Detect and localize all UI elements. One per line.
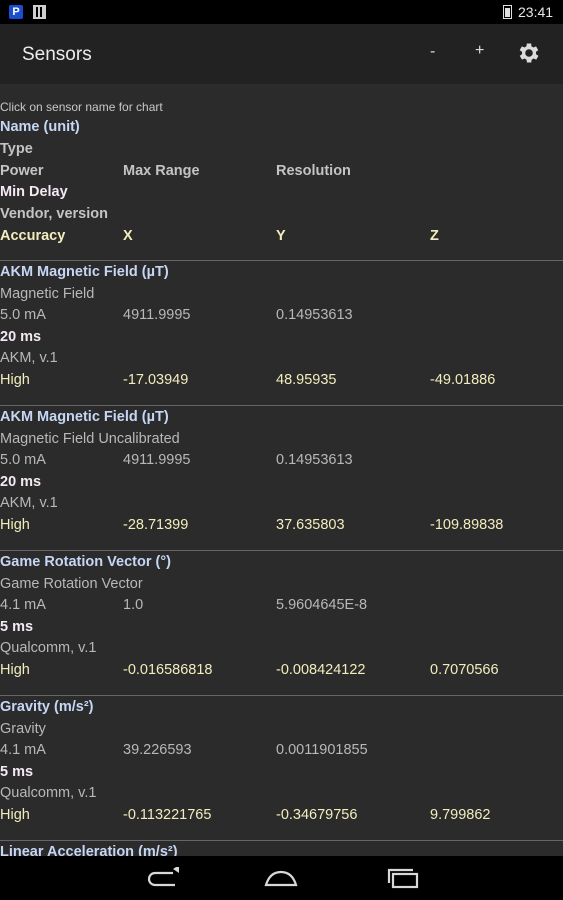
divider <box>0 260 563 261</box>
legend-resolution: Resolution <box>276 163 351 179</box>
sensor-vendor: AKM, v.1 <box>0 495 58 511</box>
gear-icon[interactable] <box>516 40 542 66</box>
sensor-x-value: -0.113221765 <box>123 807 212 823</box>
sensor-resolution: 0.14953613 <box>276 307 353 323</box>
sensor-max-range: 4911.9995 <box>123 452 191 468</box>
sensor-min-delay: 5 ms <box>0 764 34 780</box>
sensor-x-value: -0.016586818 <box>123 662 213 678</box>
page-title: Sensors <box>22 44 92 65</box>
app-notification-icon: P <box>9 5 23 19</box>
legend-y: Y <box>276 228 286 244</box>
legend-type: Type <box>0 141 33 157</box>
sensor-vendor: AKM, v.1 <box>0 350 58 366</box>
sensor-type: Magnetic Field Uncalibrated <box>0 431 180 447</box>
sensor-name-link[interactable]: Gravity (m/s²) <box>0 699 93 715</box>
sensor-resolution: 5.9604645E-8 <box>276 597 368 613</box>
sensor-accuracy: High <box>0 372 30 388</box>
status-clock: 23:41 <box>518 4 554 20</box>
sensor-type: Game Rotation Vector <box>0 576 143 592</box>
action-bar: Sensors - + <box>0 24 563 84</box>
zoom-in-button[interactable]: + <box>475 42 484 60</box>
legend-min-delay: Min Delay <box>0 184 68 200</box>
sensor-max-range: 1.0 <box>123 597 144 613</box>
sensor-type: Gravity <box>0 721 46 737</box>
legend-name: Name (unit) <box>0 119 80 135</box>
sensor-accuracy: High <box>0 517 30 533</box>
back-icon[interactable] <box>143 867 179 889</box>
navigation-bar <box>0 856 563 900</box>
sensor-list[interactable]: Click on sensor name for chart Name (uni… <box>0 84 563 856</box>
sensor-accuracy: High <box>0 807 30 823</box>
sensor-name-link[interactable]: AKM Magnetic Field (µT) <box>0 409 169 425</box>
sensor-vendor: Qualcomm, v.1 <box>0 640 97 656</box>
sensor-y-value: -0.34679756 <box>276 807 358 823</box>
sensor-min-delay: 5 ms <box>0 619 34 635</box>
sensor-vendor: Qualcomm, v.1 <box>0 785 97 801</box>
legend-max-range: Max Range <box>123 163 200 179</box>
sensor-resolution: 0.0011901855 <box>276 742 368 758</box>
home-icon[interactable] <box>263 867 299 889</box>
battery-icon <box>503 5 512 19</box>
sensor-power: 4.1 mA <box>0 742 46 758</box>
sensor-power: 5.0 mA <box>0 307 46 323</box>
sensor-y-value: 37.635803 <box>276 517 345 533</box>
recent-apps-icon[interactable] <box>385 867 421 889</box>
divider <box>0 405 563 406</box>
divider <box>0 695 563 696</box>
sensor-name-link[interactable]: Game Rotation Vector (°) <box>0 554 171 570</box>
barcode-notification-icon <box>33 5 46 19</box>
chart-hint: Click on sensor name for chart <box>0 100 163 114</box>
zoom-out-button[interactable]: - <box>430 43 435 61</box>
sensor-type: Magnetic Field <box>0 286 95 302</box>
sensor-max-range: 39.226593 <box>123 742 192 758</box>
legend-power: Power <box>0 163 44 179</box>
sensor-min-delay: 20 ms <box>0 329 42 345</box>
sensor-z-value: -109.89838 <box>430 517 504 533</box>
sensor-min-delay: 20 ms <box>0 474 42 490</box>
sensor-x-value: -28.71399 <box>123 517 189 533</box>
sensor-max-range: 4911.9995 <box>123 307 191 323</box>
sensor-resolution: 0.14953613 <box>276 452 353 468</box>
divider <box>0 550 563 551</box>
sensor-power: 4.1 mA <box>0 597 46 613</box>
status-bar: P 23:41 <box>0 0 563 24</box>
sensor-power: 5.0 mA <box>0 452 46 468</box>
sensor-y-value: 48.95935 <box>276 372 337 388</box>
sensor-z-value: 9.799862 <box>430 807 491 823</box>
legend-accuracy: Accuracy <box>0 228 66 244</box>
legend-vendor: Vendor, version <box>0 206 108 222</box>
legend-x: X <box>123 228 133 244</box>
sensor-name-link[interactable]: Linear Acceleration (m/s²) <box>0 844 178 856</box>
sensor-x-value: -17.03949 <box>123 372 189 388</box>
sensor-z-value: -49.01886 <box>430 372 496 388</box>
legend-z: Z <box>430 228 439 244</box>
sensor-y-value: -0.008424122 <box>276 662 366 678</box>
divider <box>0 840 563 841</box>
sensor-name-link[interactable]: AKM Magnetic Field (µT) <box>0 264 169 280</box>
sensor-accuracy: High <box>0 662 30 678</box>
sensor-z-value: 0.7070566 <box>430 662 499 678</box>
